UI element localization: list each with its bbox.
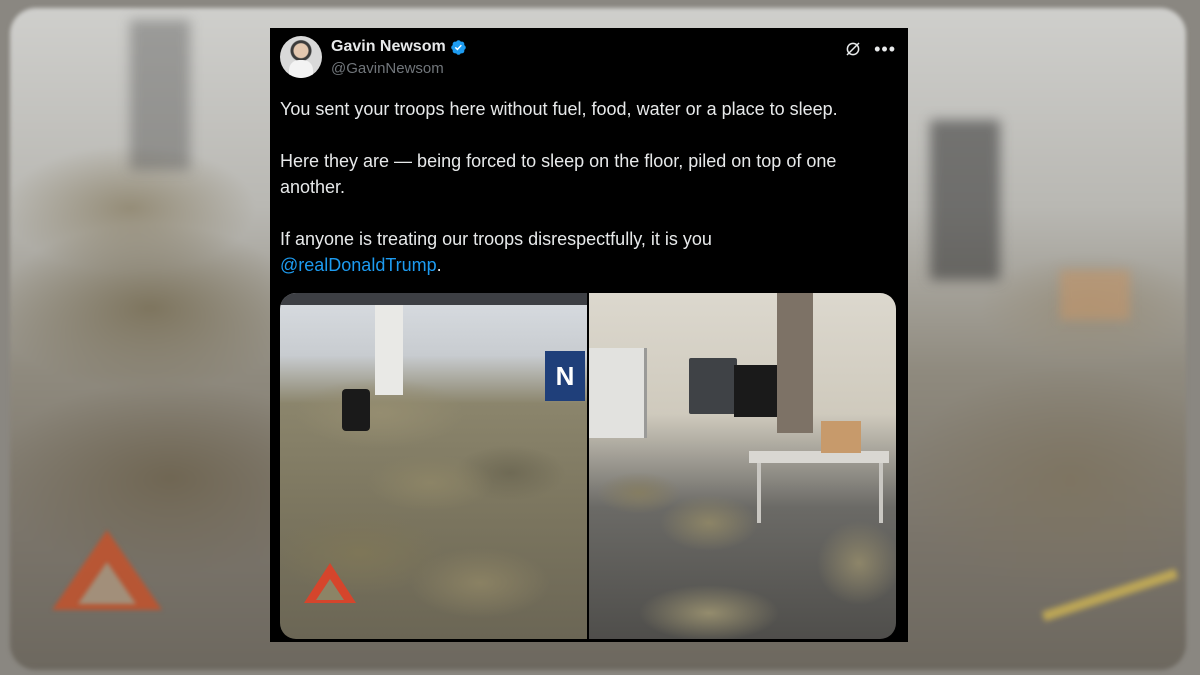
mention-link[interactable]: @realDonaldTrump	[280, 255, 437, 275]
photo-cardboard-box	[821, 421, 861, 453]
author-handle[interactable]: @GavinNewsom	[331, 60, 444, 77]
tweet-media: N	[280, 293, 896, 639]
photo-column	[777, 293, 813, 433]
avatar-body	[289, 60, 313, 78]
photo-troops-sleeping-checkpoint[interactable]	[589, 293, 896, 639]
photo-pillar	[375, 305, 403, 395]
background-machine	[930, 120, 1000, 280]
photo-warning-triangle-inner	[316, 579, 344, 600]
photo-xray-machine	[689, 358, 737, 414]
more-icon[interactable]: •••	[874, 40, 896, 58]
background-pillar	[130, 20, 190, 170]
tweet-header: Gavin Newsom @GavinNewsom •••	[280, 36, 898, 82]
photo-table-leg	[757, 463, 761, 523]
tweet-paragraph-last: If anyone is treating our troops disresp…	[280, 226, 890, 278]
photo-sign: N	[545, 351, 585, 401]
background-box	[1060, 270, 1130, 320]
author-name[interactable]: Gavin Newsom	[331, 38, 446, 56]
tweet-text: You sent your troops here without fuel, …	[280, 96, 890, 304]
photo-door	[589, 348, 647, 438]
background-warning-triangle-inner	[78, 562, 136, 604]
photo-ceiling	[280, 293, 587, 305]
photo-troops-sleeping-hall[interactable]: N	[280, 293, 587, 639]
tweet-paragraph: You sent your troops here without fuel, …	[280, 99, 838, 119]
tweet-paragraph: Here they are — being forced to sleep on…	[280, 151, 837, 197]
tweet-paragraph-text: If anyone is treating our troops disresp…	[280, 229, 712, 249]
avatar[interactable]	[280, 36, 322, 78]
photo-table	[749, 451, 889, 463]
name-row: Gavin Newsom	[331, 38, 467, 56]
photo-table-leg	[879, 463, 883, 523]
tweet-paragraph-suffix: .	[436, 255, 442, 275]
tweet-actions: •••	[844, 40, 896, 58]
photo-office-chair	[342, 389, 370, 431]
tweet-card: Gavin Newsom @GavinNewsom ••• You sent y…	[270, 28, 908, 642]
verified-badge-icon	[450, 39, 466, 55]
grok-icon[interactable]	[844, 40, 862, 58]
